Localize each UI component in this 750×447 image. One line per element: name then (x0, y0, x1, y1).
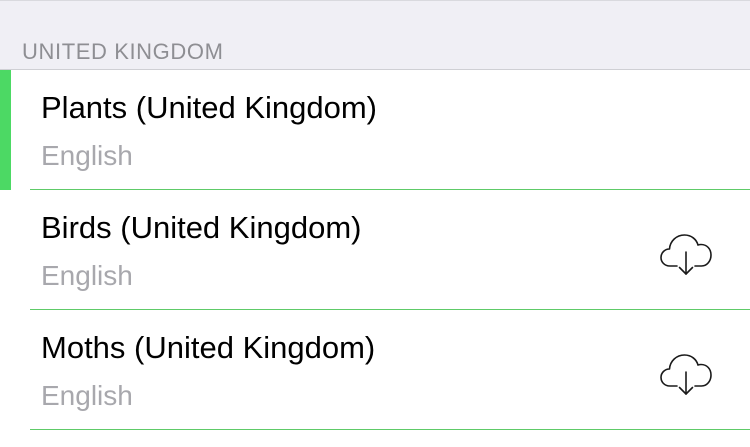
screen: UNITED KINGDOM Plants (United Kingdom) E… (0, 0, 750, 447)
list-item-subtitle: English (41, 140, 133, 171)
section-header: UNITED KINGDOM (0, 0, 750, 70)
list-item-subtitle: English (41, 380, 133, 411)
row-divider (30, 429, 750, 430)
list-item-title: Moths (United Kingdom) (41, 330, 376, 365)
list-item-birds[interactable]: Birds (United Kingdom) English (0, 190, 750, 310)
selected-indicator (0, 70, 11, 190)
cloud-download-icon[interactable] (658, 228, 714, 276)
list-item-subtitle: English (41, 260, 133, 291)
list-item-plants[interactable]: Plants (United Kingdom) English (0, 70, 750, 190)
list-item-title: Birds (United Kingdom) (41, 210, 362, 245)
list-item-title: Plants (United Kingdom) (41, 90, 377, 125)
section-header-label: UNITED KINGDOM (22, 39, 224, 64)
cloud-download-icon[interactable] (658, 348, 714, 396)
list-item-moths[interactable]: Moths (United Kingdom) English (0, 310, 750, 430)
guide-list: Plants (United Kingdom) English Birds (U… (0, 70, 750, 430)
